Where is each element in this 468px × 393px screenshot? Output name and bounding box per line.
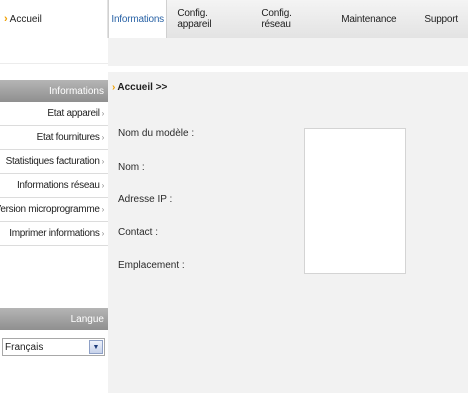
- field-location-label: Emplacement :: [118, 260, 185, 271]
- chevron-down-icon[interactable]: ▼: [89, 340, 103, 354]
- chevron-right-icon: ›: [112, 82, 116, 93]
- sidebar-item-label: Etat fournitures: [36, 132, 100, 143]
- page-title-text: Accueil >>: [117, 82, 168, 93]
- sidebar-item-label: Version microprogramme: [0, 204, 100, 215]
- sidebar-item-version-microprogramme[interactable]: Version microprogramme ›: [0, 198, 108, 222]
- device-image-placeholder: [304, 128, 406, 274]
- header-band-right: [108, 38, 468, 66]
- sidebar-item-statistiques-facturation[interactable]: Statistiques facturation ›: [0, 150, 108, 174]
- main-panel: › Accueil >> Nom du modèle : Nom : Adress…: [108, 72, 468, 393]
- tab-maintenance[interactable]: Maintenance: [329, 0, 410, 38]
- tab-support[interactable]: Support: [410, 0, 468, 38]
- breadcrumb-home[interactable]: Accueil: [10, 14, 42, 25]
- chevron-right-icon: ›: [101, 133, 105, 142]
- field-ip-address-label: Adresse IP :: [118, 194, 173, 205]
- sidebar: Informations Etat appareil › Etat fourni…: [0, 80, 108, 246]
- chevron-right-icon: ›: [101, 157, 105, 166]
- breadcrumb[interactable]: › Accueil: [0, 0, 108, 38]
- sidebar-item-etat-appareil[interactable]: Etat appareil ›: [0, 102, 108, 126]
- chevron-right-icon: ›: [4, 13, 8, 25]
- sidebar-item-informations-reseau[interactable]: Informations réseau ›: [0, 174, 108, 198]
- chevron-right-icon: ›: [101, 229, 105, 238]
- chevron-right-icon: ›: [101, 109, 105, 118]
- field-model-name-label: Nom du modèle :: [118, 128, 195, 139]
- tab-config-reseau[interactable]: Config. réseau: [249, 0, 329, 38]
- sidebar-header: Informations: [0, 80, 108, 102]
- tab-config-appareil[interactable]: Config. appareil: [167, 0, 249, 38]
- sidebar-item-imprimer-informations[interactable]: Imprimer informations ›: [0, 222, 108, 246]
- chevron-right-icon: ›: [101, 181, 105, 190]
- sidebar-item-label: Statistiques facturation: [5, 156, 100, 167]
- sidebar-item-label: Etat appareil: [47, 108, 100, 119]
- sidebar-item-etat-fournitures[interactable]: Etat fournitures ›: [0, 126, 108, 150]
- main-tabs: Informations Config. appareil Config. ré…: [108, 0, 468, 38]
- field-name-label: Nom :: [118, 162, 145, 173]
- tab-informations[interactable]: Informations: [108, 0, 168, 38]
- language-header: Langue: [0, 308, 108, 330]
- chevron-right-icon: ›: [101, 205, 105, 214]
- field-contact-label: Contact :: [118, 227, 159, 238]
- page-title: › Accueil >>: [112, 82, 167, 93]
- language-select[interactable]: Français ▼: [2, 338, 105, 356]
- sidebar-item-label: Imprimer informations: [9, 228, 100, 239]
- sidebar-item-label: Informations réseau: [16, 180, 100, 191]
- language-selected-value: Français: [5, 341, 44, 353]
